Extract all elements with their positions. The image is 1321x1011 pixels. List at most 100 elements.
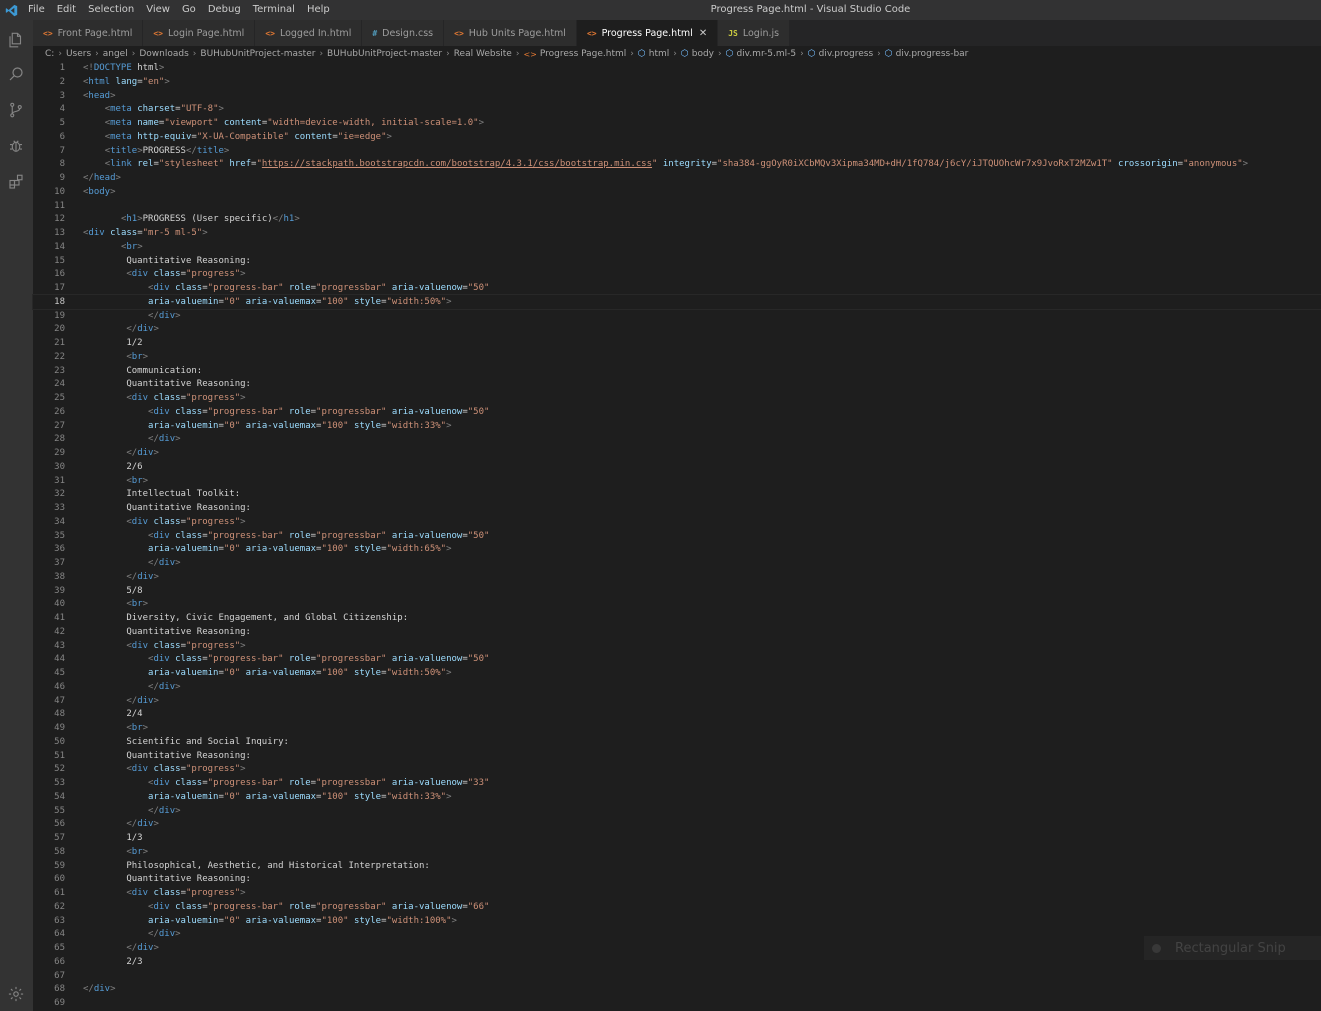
code-line[interactable]: 1 <!DOCTYPE html> xyxy=(33,61,1321,75)
code-line[interactable]: 25 <div class="progress"> xyxy=(33,391,1321,405)
tab-design-css[interactable]: # Design.css xyxy=(362,20,445,46)
menu-selection[interactable]: Selection xyxy=(82,0,140,20)
breadcrumb-item[interactable]: C: xyxy=(45,49,54,59)
code-line[interactable]: 62 <div class="progress-bar" role="progr… xyxy=(33,900,1321,914)
code-line[interactable]: 63 aria-valuemin="0" aria-valuemax="100"… xyxy=(33,914,1321,928)
breadcrumb-item[interactable]: ⬡ html xyxy=(638,49,669,59)
code-line[interactable]: 55 </div> xyxy=(33,804,1321,818)
code-line[interactable]: 24 Quantitative Reasoning: xyxy=(33,377,1321,391)
code-line[interactable]: 21 1/2 xyxy=(33,336,1321,350)
code-line[interactable]: 51 Quantitative Reasoning: xyxy=(33,749,1321,763)
breadcrumb-item[interactable]: ⬡ body xyxy=(681,49,714,59)
code-line[interactable]: 44 <div class="progress-bar" role="progr… xyxy=(33,652,1321,666)
code-line[interactable]: 22 <br> xyxy=(33,350,1321,364)
rectangular-snip-overlay[interactable]: Rectangular Snip xyxy=(1144,936,1321,960)
menu-file[interactable]: File xyxy=(22,0,51,20)
breadcrumb-item[interactable]: ⬡ div.mr-5.ml-5 xyxy=(726,49,797,59)
code-line[interactable]: 6 <meta http-equiv="X-UA-Compatible" con… xyxy=(33,130,1321,144)
code-line[interactable]: 30 2/6 xyxy=(33,460,1321,474)
code-line[interactable]: 2 <html lang="en"> xyxy=(33,75,1321,89)
code-line[interactable]: 53 <div class="progress-bar" role="progr… xyxy=(33,776,1321,790)
code-line[interactable]: 11 xyxy=(33,199,1321,213)
explorer-icon[interactable] xyxy=(4,28,28,52)
code-line[interactable]: 26 <div class="progress-bar" role="progr… xyxy=(33,405,1321,419)
code-line[interactable]: 32 Intellectual Toolkit: xyxy=(33,487,1321,501)
breadcrumb-item[interactable]: Downloads xyxy=(139,49,188,59)
tab-login-page-html[interactable]: <> Login Page.html xyxy=(143,20,256,46)
code-line[interactable]: 42 Quantitative Reasoning: xyxy=(33,625,1321,639)
code-line[interactable]: 60 Quantitative Reasoning: xyxy=(33,872,1321,886)
menu-help[interactable]: Help xyxy=(301,0,336,20)
code-line[interactable]: 28 </div> xyxy=(33,432,1321,446)
code-line[interactable]: 39 5/8 xyxy=(33,584,1321,598)
tab-login-js[interactable]: JS Login.js xyxy=(718,20,791,46)
code-line[interactable]: 31 <br> xyxy=(33,474,1321,488)
code-line[interactable]: 66 2/3 xyxy=(33,955,1321,969)
code-line[interactable]: 29 </div> xyxy=(33,446,1321,460)
breadcrumb-item[interactable]: ⬡ div.progress xyxy=(808,49,873,59)
code-line[interactable]: 58 <br> xyxy=(33,845,1321,859)
code-line[interactable]: 20 </div> xyxy=(33,322,1321,336)
code-line[interactable]: 57 1/3 xyxy=(33,831,1321,845)
breadcrumb-item[interactable]: <> Progress Page.html xyxy=(523,49,626,59)
code-line[interactable]: 19 </div> xyxy=(33,309,1321,323)
code-line[interactable]: 54 aria-valuemin="0" aria-valuemax="100"… xyxy=(33,790,1321,804)
breadcrumb-item[interactable]: BUHubUnitProject-master xyxy=(327,49,442,59)
menu-go[interactable]: Go xyxy=(176,0,202,20)
code-line[interactable]: 65 </div> xyxy=(33,941,1321,955)
code-line[interactable]: 64 </div> xyxy=(33,927,1321,941)
code-line[interactable]: 36 aria-valuemin="0" aria-valuemax="100"… xyxy=(33,542,1321,556)
code-line[interactable]: 37 </div> xyxy=(33,556,1321,570)
code-line[interactable]: 41 Diversity, Civic Engagement, and Glob… xyxy=(33,611,1321,625)
code-line[interactable]: 10 <body> xyxy=(33,185,1321,199)
code-line[interactable]: 18 aria-valuemin="0" aria-valuemax="100"… xyxy=(32,293,1321,310)
code-line[interactable]: 34 <div class="progress"> xyxy=(33,515,1321,529)
code-line[interactable]: 7 <title>PROGRESS</title> xyxy=(33,144,1321,158)
code-line[interactable]: 46 </div> xyxy=(33,680,1321,694)
code-line[interactable]: 47 </div> xyxy=(33,694,1321,708)
source-control-icon[interactable] xyxy=(4,98,28,122)
code-line[interactable]: 23 Communication: xyxy=(33,364,1321,378)
code-line[interactable]: 5 <meta name="viewport" content="width=d… xyxy=(33,116,1321,130)
tab-logged-in-html[interactable]: <> Logged In.html xyxy=(255,20,363,46)
menu-edit[interactable]: Edit xyxy=(51,0,82,20)
code-line[interactable]: 52 <div class="progress"> xyxy=(33,762,1321,776)
code-line[interactable]: 45 aria-valuemin="0" aria-valuemax="100"… xyxy=(33,666,1321,680)
code-line[interactable]: 67 xyxy=(33,969,1321,983)
code-line[interactable]: 14 <br> xyxy=(33,240,1321,254)
code-line[interactable]: 12 <h1>PROGRESS (User specific)</h1> xyxy=(33,212,1321,226)
code-line[interactable]: 8 <link rel="stylesheet" href="https://s… xyxy=(33,157,1321,171)
code-line[interactable]: 43 <div class="progress"> xyxy=(33,639,1321,653)
code-line[interactable]: 40 <br> xyxy=(33,597,1321,611)
code-line[interactable]: 35 <div class="progress-bar" role="progr… xyxy=(33,529,1321,543)
breadcrumb-item[interactable]: Real Website xyxy=(454,49,512,59)
breadcrumb-item[interactable]: angel xyxy=(103,49,128,59)
close-icon[interactable]: ✕ xyxy=(699,28,707,39)
search-icon[interactable] xyxy=(4,62,28,86)
code-line[interactable]: 56 </div> xyxy=(33,817,1321,831)
menu-view[interactable]: View xyxy=(140,0,176,20)
extensions-icon[interactable] xyxy=(4,170,28,194)
code-line[interactable]: 59 Philosophical, Aesthetic, and Histori… xyxy=(33,859,1321,873)
code-line[interactable]: 27 aria-valuemin="0" aria-valuemax="100"… xyxy=(33,419,1321,433)
debug-icon[interactable] xyxy=(4,134,28,158)
breadcrumb-item[interactable]: ⬡ div.progress-bar xyxy=(885,49,969,59)
settings-gear-icon[interactable] xyxy=(4,982,28,1006)
code-line[interactable]: 38 </div> xyxy=(33,570,1321,584)
code-editor[interactable]: 1 <!DOCTYPE html> 2 <html lang="en"> 3 <head>… xyxy=(32,61,1321,1011)
code-line[interactable]: 50 Scientific and Social Inquiry: xyxy=(33,735,1321,749)
code-line[interactable]: 17 <div class="progress-bar" role="progr… xyxy=(33,281,1321,295)
code-line[interactable]: 69 xyxy=(33,996,1321,1010)
code-line[interactable]: 3 <head> xyxy=(33,89,1321,103)
menu-debug[interactable]: Debug xyxy=(202,0,247,20)
tab-progress-page-html[interactable]: <> Progress Page.html ✕ xyxy=(576,20,719,46)
code-line[interactable]: 33 Quantitative Reasoning: xyxy=(33,501,1321,515)
tab-hub-units-page-html[interactable]: <> Hub Units Page.html xyxy=(444,20,577,46)
code-line[interactable]: 9 </head> xyxy=(33,171,1321,185)
code-line[interactable]: 16 <div class="progress"> xyxy=(33,267,1321,281)
code-line[interactable]: 15 Quantitative Reasoning: xyxy=(33,254,1321,268)
breadcrumb-item[interactable]: BUHubUnitProject-master xyxy=(200,49,315,59)
code-line[interactable]: 13 <div class="mr-5 ml-5"> xyxy=(33,226,1321,240)
code-line[interactable]: 49 <br> xyxy=(33,721,1321,735)
code-line[interactable]: 61 <div class="progress"> xyxy=(33,886,1321,900)
